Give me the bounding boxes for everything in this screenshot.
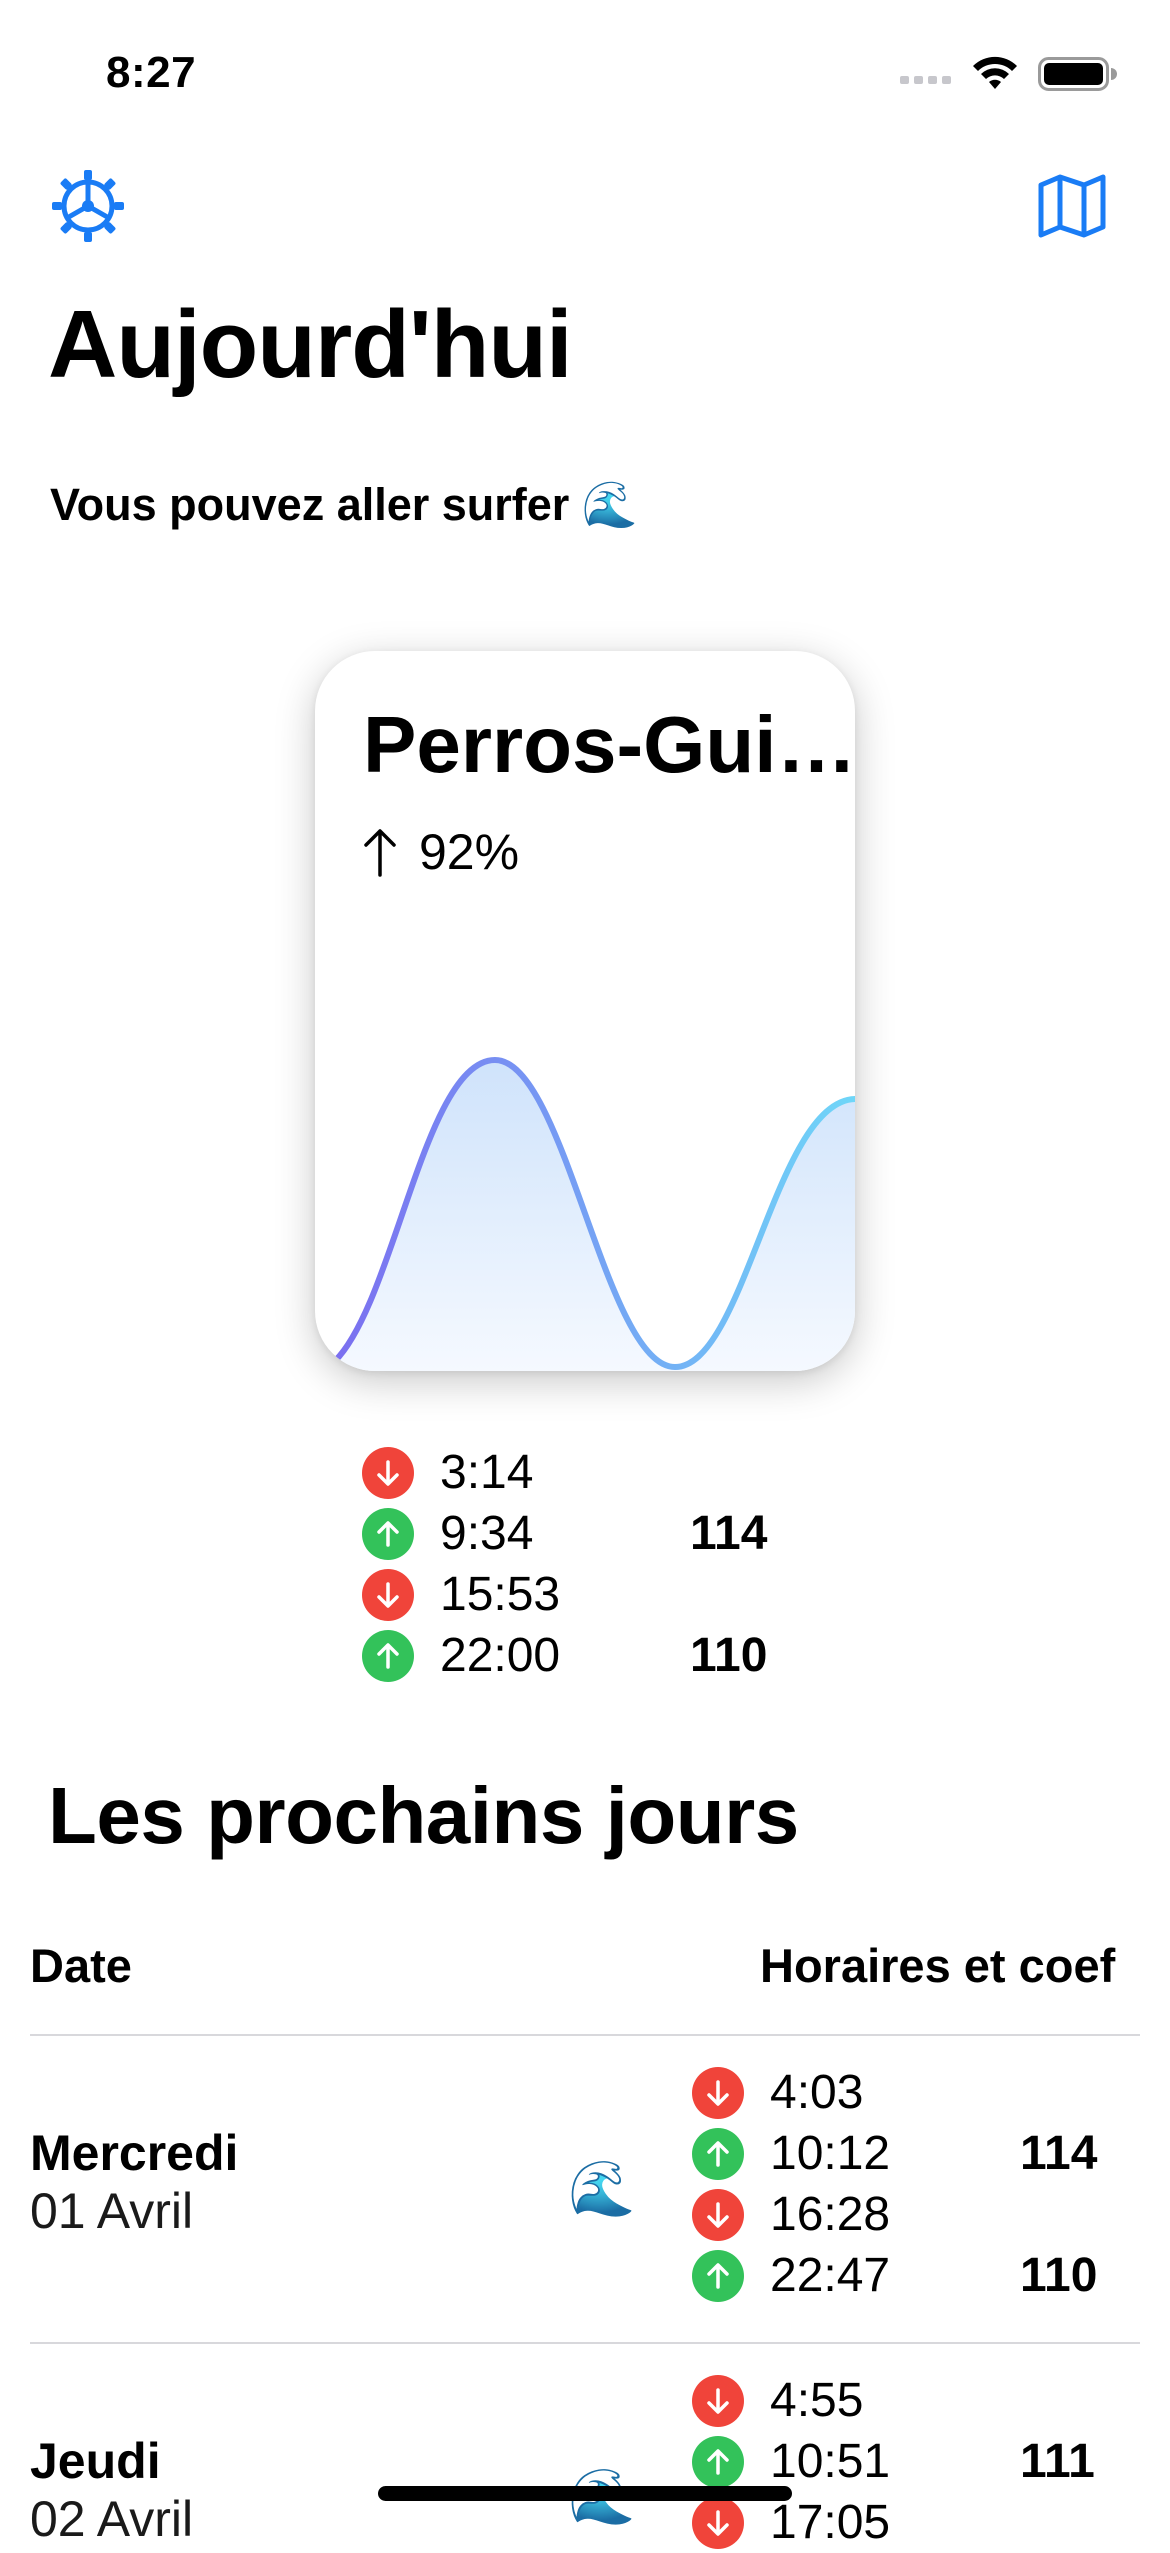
tide-time: 15:53 (440, 1568, 561, 1621)
arrow-up-icon (707, 2262, 729, 2289)
day-tides-list: 4:03 10:12 114 16:28 22:47 110 (692, 2062, 1142, 2306)
arrow-up-icon (707, 2140, 729, 2167)
low-tide-indicator (692, 2188, 744, 2241)
section-title: Les prochains jours (48, 1771, 799, 1860)
high-tide-indicator (692, 2249, 744, 2302)
day-row[interactable]: Mercredi 01 Avril (30, 2124, 238, 2240)
tide-row: 15:53 (362, 1564, 812, 1625)
tide-card[interactable]: Perros-Gui… 92% (315, 651, 855, 1371)
low-tide-indicator (692, 2374, 744, 2427)
tide-coefficient: 111 (1020, 2435, 1095, 2488)
tide-time: 4:03 (770, 2066, 864, 2119)
tide-time: 16:28 (770, 2188, 891, 2241)
status-time: 8:27 (106, 48, 197, 97)
high-tide-indicator (692, 2127, 744, 2180)
tide-row: 22:00 110 (362, 1625, 812, 1686)
settings-button[interactable] (48, 166, 128, 246)
arrow-down-icon (707, 2201, 729, 2228)
tide-coefficient: 110 (1020, 2249, 1098, 2302)
low-tide-indicator (692, 2066, 744, 2119)
tide-row: 10:51 111 (692, 2431, 1142, 2492)
high-tide-indicator (692, 2435, 744, 2488)
tide-row: 3:14 (362, 1442, 812, 1503)
divider (30, 2034, 1140, 2036)
tide-coefficient: 110 (690, 1629, 768, 1682)
map-button[interactable] (1032, 166, 1112, 246)
wave-icon: 🌊 (568, 2159, 636, 2219)
day-tides-list: 4:55 10:51 111 17:05 (692, 2370, 1142, 2553)
day-row[interactable]: Jeudi 02 Avril (30, 2432, 193, 2548)
arrow-up-icon (707, 2448, 729, 2475)
arrow-up-icon (364, 829, 396, 877)
tide-row: 4:55 (692, 2370, 1142, 2431)
tide-row: 10:12 114 (692, 2123, 1142, 2184)
arrow-down-icon (707, 2509, 729, 2536)
tide-row: 9:34 114 (362, 1503, 812, 1564)
page-title: Aujourd'hui (48, 291, 573, 398)
tide-coefficient: 114 (1020, 2127, 1098, 2180)
column-header-date: Date (30, 1939, 132, 1992)
arrow-down-icon (377, 1459, 399, 1486)
map-icon (1038, 174, 1106, 238)
surf-status-text: Vous pouvez aller surfer 🌊 (50, 479, 638, 530)
column-header-times: Horaires et coef (760, 1939, 1116, 1992)
tide-percentage: 92% (363, 823, 519, 881)
cellular-signal-icon (900, 76, 951, 84)
arrow-down-icon (707, 2079, 729, 2106)
low-tide-indicator (362, 1568, 414, 1621)
today-tides-list: 3:14 9:34 114 15:53 22:00 110 (362, 1442, 812, 1686)
tide-row: 22:47 110 (692, 2245, 1142, 2306)
day-date: 02 Avril (30, 2491, 194, 2547)
battery-icon (1038, 57, 1117, 91)
day-name: Mercredi (30, 2125, 239, 2181)
high-tide-indicator (362, 1507, 414, 1560)
tide-coefficient: 114 (690, 1507, 768, 1560)
tide-time: 17:05 (770, 2496, 891, 2549)
arrow-up-icon (377, 1520, 399, 1547)
tide-time: 10:12 (770, 2127, 891, 2180)
tide-time: 4:55 (770, 2374, 864, 2427)
location-name: Perros-Gui… (363, 700, 855, 789)
percent-value: 92% (419, 824, 520, 880)
tide-row: 17:05 (692, 2492, 1142, 2553)
high-tide-indicator (362, 1629, 414, 1682)
tide-time: 22:00 (440, 1629, 561, 1682)
arrow-down-icon (377, 1581, 399, 1608)
arrow-up-icon (377, 1642, 399, 1669)
day-name: Jeudi (30, 2433, 161, 2489)
wifi-icon (973, 56, 1017, 89)
arrow-down-icon (707, 2387, 729, 2414)
tide-row: 4:03 (692, 2062, 1142, 2123)
status-icons (900, 52, 1118, 96)
tide-time: 22:47 (770, 2249, 891, 2302)
tide-time: 10:51 (770, 2435, 891, 2488)
tide-row: 16:28 (692, 2184, 1142, 2245)
tide-time: 9:34 (440, 1507, 534, 1560)
low-tide-indicator (362, 1446, 414, 1499)
low-tide-indicator (692, 2496, 744, 2549)
tide-time: 3:14 (440, 1446, 534, 1499)
gear-icon (52, 170, 124, 242)
day-date: 01 Avril (30, 2183, 194, 2239)
home-indicator[interactable] (378, 2486, 792, 2501)
divider (30, 2342, 1140, 2344)
